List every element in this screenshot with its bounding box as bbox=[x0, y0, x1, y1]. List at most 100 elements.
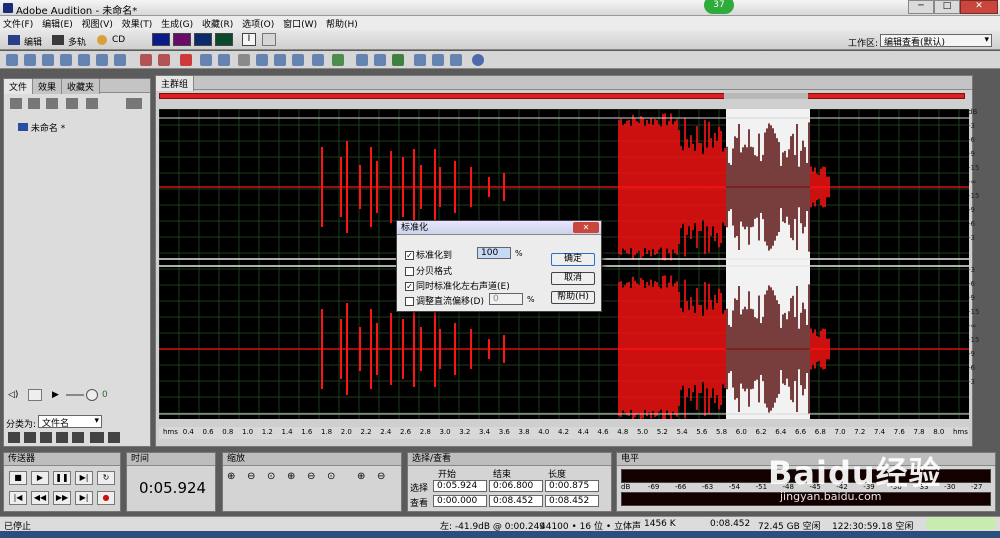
delete-icon[interactable] bbox=[180, 54, 192, 66]
menu-window[interactable]: 窗口(W) bbox=[280, 16, 320, 31]
rewind-button[interactable]: ◀◀ bbox=[31, 491, 49, 505]
overview-bar[interactable] bbox=[159, 93, 965, 99]
snap-ruler-icon[interactable] bbox=[374, 54, 386, 66]
paste-icon[interactable] bbox=[274, 54, 286, 66]
dc-input[interactable]: 0 bbox=[489, 293, 523, 305]
scripts-icon[interactable] bbox=[450, 54, 462, 66]
open-icon[interactable] bbox=[10, 98, 22, 109]
tab-files[interactable]: 文件 bbox=[4, 79, 34, 94]
close-file-icon[interactable] bbox=[96, 54, 108, 66]
zoom-left-icon[interactable]: ⊖ bbox=[307, 471, 315, 482]
snap-markers-icon[interactable] bbox=[392, 54, 404, 66]
record-button[interactable]: ● bbox=[97, 491, 115, 505]
selection-length-field[interactable]: 0:00.875 bbox=[545, 480, 599, 492]
metronome-icon[interactable] bbox=[414, 54, 426, 66]
overview-selection[interactable] bbox=[724, 93, 808, 99]
menu-favorites[interactable]: 收藏(R) bbox=[199, 16, 236, 31]
fast-forward-button[interactable]: ▶▶ bbox=[53, 491, 71, 505]
close-icon[interactable] bbox=[28, 98, 40, 109]
spectral-view-icon[interactable] bbox=[173, 33, 191, 46]
loop-icon[interactable] bbox=[28, 389, 42, 401]
play-button[interactable]: ▶ bbox=[31, 471, 49, 485]
view-length-field[interactable]: 0:08.452 bbox=[545, 495, 599, 507]
zoom-full-icon[interactable]: ⊙ bbox=[267, 471, 275, 482]
dialog-close-icon[interactable]: ✕ bbox=[573, 222, 599, 233]
zero-cross-icon[interactable] bbox=[312, 54, 324, 66]
help-icon[interactable] bbox=[472, 54, 484, 66]
play-from-cursor-button[interactable]: ▶| bbox=[75, 471, 93, 485]
crop-icon[interactable] bbox=[200, 54, 212, 66]
help-button[interactable]: 帮助(H) bbox=[551, 291, 595, 304]
save-as-icon[interactable] bbox=[60, 54, 72, 66]
zoom-selection-icon[interactable]: ⊕ bbox=[287, 471, 295, 482]
decibel-checkbox[interactable] bbox=[405, 267, 414, 276]
zoom-right-icon[interactable]: ⊙ bbox=[327, 471, 335, 482]
waveform-view-icon[interactable] bbox=[152, 33, 170, 46]
view-end-field[interactable]: 0:08.452 bbox=[489, 495, 543, 507]
multitrack-button[interactable]: 多轨 bbox=[68, 35, 86, 48]
options-icon[interactable] bbox=[126, 98, 142, 109]
go-end-button[interactable]: ▶| bbox=[75, 491, 93, 505]
undo-icon[interactable] bbox=[140, 54, 152, 66]
save-icon[interactable] bbox=[42, 54, 54, 66]
record-icon[interactable] bbox=[114, 54, 126, 66]
file-list-item[interactable]: 未命名 * bbox=[18, 121, 65, 134]
selection-end-field[interactable]: 0:06.800 bbox=[489, 480, 543, 492]
filter-cd-icon[interactable] bbox=[108, 432, 120, 443]
pause-button[interactable]: ❚❚ bbox=[53, 471, 71, 485]
tab-main-group[interactable]: 主群组 bbox=[156, 76, 195, 91]
normalize-checkbox[interactable]: ✓ bbox=[405, 251, 414, 260]
filter-loop-icon[interactable] bbox=[40, 432, 52, 443]
zoom-vertical-out-icon[interactable]: ⊖ bbox=[377, 471, 385, 482]
menu-generate[interactable]: 生成(G) bbox=[158, 16, 196, 31]
dc-checkbox[interactable] bbox=[405, 297, 414, 306]
filter-video-icon[interactable] bbox=[56, 432, 68, 443]
tab-favorites[interactable]: 收藏夹 bbox=[62, 79, 101, 94]
stop-button[interactable]: ■ bbox=[9, 471, 27, 485]
phase-view-icon[interactable] bbox=[215, 33, 233, 46]
workspace-select[interactable]: 编辑查看(默认) ▾ bbox=[880, 34, 992, 48]
speaker-icon[interactable]: ◁) bbox=[8, 390, 18, 400]
tab-effects[interactable]: 效果 bbox=[33, 79, 63, 94]
minimize-button[interactable]: ─ bbox=[908, 0, 934, 14]
open-file-icon[interactable] bbox=[24, 54, 36, 66]
menu-effects[interactable]: 效果(T) bbox=[119, 16, 156, 31]
analyze-icon[interactable] bbox=[432, 54, 444, 66]
volume-slider[interactable] bbox=[66, 394, 84, 396]
cancel-button[interactable]: 取消 bbox=[551, 272, 595, 285]
cd-button[interactable]: CD bbox=[112, 35, 125, 45]
zoom-in-horizontal-icon[interactable]: ⊕ bbox=[227, 471, 235, 482]
trim-icon[interactable] bbox=[218, 54, 230, 66]
time-select-tool-icon[interactable]: I bbox=[242, 33, 256, 46]
cut-icon[interactable] bbox=[238, 54, 250, 66]
go-start-button[interactable]: |◀ bbox=[9, 491, 27, 505]
menu-help[interactable]: 帮助(H) bbox=[323, 16, 361, 31]
filter-audio-icon[interactable] bbox=[24, 432, 36, 443]
loop-button[interactable]: ↻ bbox=[97, 471, 115, 485]
play-icon[interactable]: ▶ bbox=[52, 390, 59, 400]
snap-icon[interactable] bbox=[356, 54, 368, 66]
pan-view-icon[interactable] bbox=[194, 33, 212, 46]
zoom-vertical-in-icon[interactable]: ⊕ bbox=[357, 471, 365, 482]
import-icon[interactable] bbox=[78, 54, 90, 66]
ok-button[interactable]: 确定 bbox=[551, 253, 595, 266]
marquee-tool-icon[interactable] bbox=[262, 33, 276, 46]
edit-mode-button[interactable]: 编辑 bbox=[24, 35, 42, 48]
insert-icon[interactable] bbox=[46, 98, 58, 109]
new-file-icon[interactable] bbox=[6, 54, 18, 66]
copy-icon[interactable] bbox=[256, 54, 268, 66]
stereo-checkbox[interactable]: ✓ bbox=[405, 282, 414, 291]
filter-search-icon[interactable] bbox=[90, 432, 104, 443]
mix-paste-icon[interactable] bbox=[292, 54, 304, 66]
find-beats-icon[interactable] bbox=[332, 54, 344, 66]
volume-knob-icon[interactable] bbox=[86, 389, 98, 401]
zoom-out-horizontal-icon[interactable]: ⊖ bbox=[247, 471, 255, 482]
menu-options[interactable]: 选项(O) bbox=[239, 16, 277, 31]
edit-file-icon[interactable] bbox=[66, 98, 78, 109]
redo-icon[interactable] bbox=[158, 54, 170, 66]
menu-edit[interactable]: 编辑(E) bbox=[39, 16, 76, 31]
filter-all-icon[interactable] bbox=[8, 432, 20, 443]
close-button[interactable]: ✕ bbox=[960, 0, 998, 14]
maximize-button[interactable]: □ bbox=[934, 0, 960, 14]
view-start-field[interactable]: 0:00.000 bbox=[433, 495, 487, 507]
